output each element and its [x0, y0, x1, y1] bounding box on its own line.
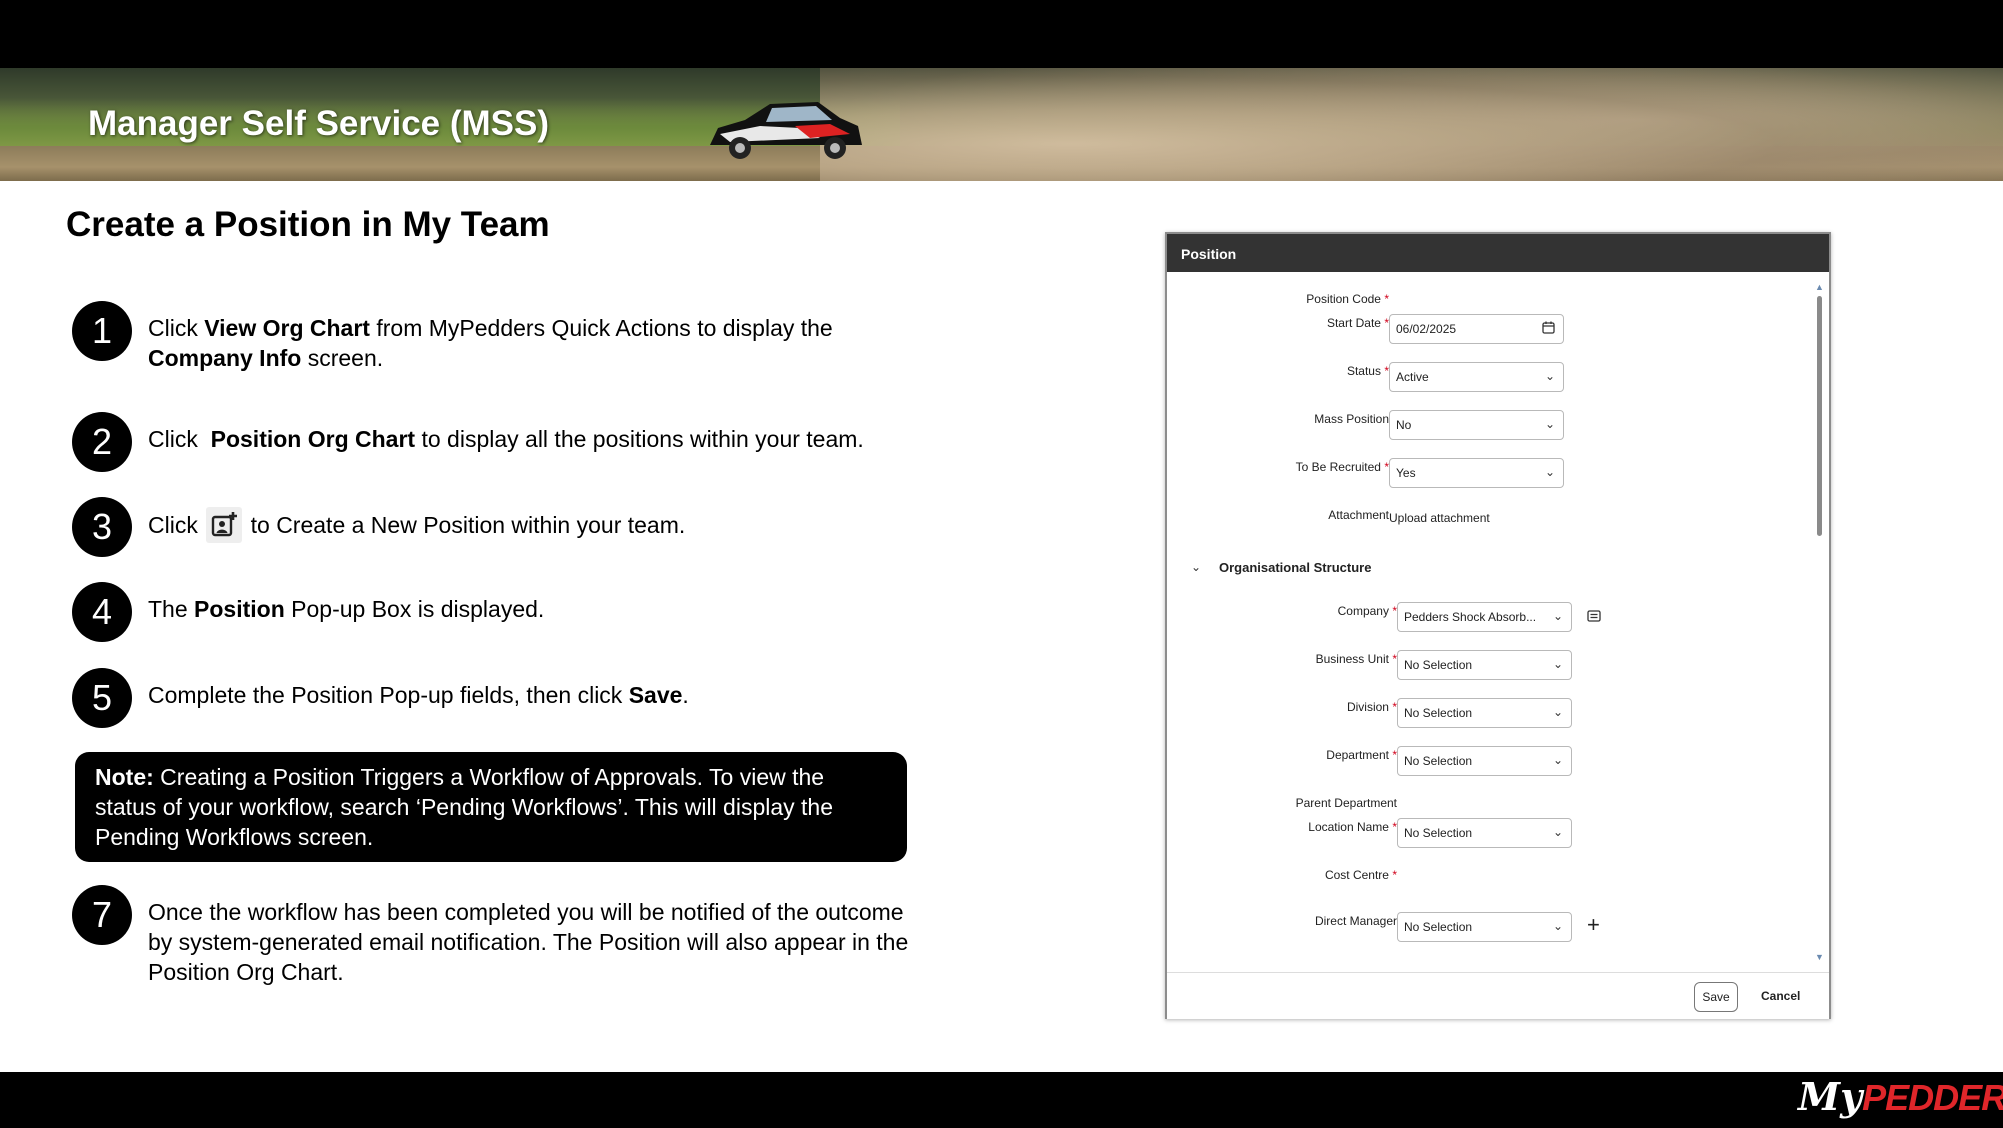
- position-dialog: Position Position Code * Start Date * 06…: [1165, 232, 1831, 1019]
- start-date-input[interactable]: 06/02/2025: [1389, 314, 1564, 344]
- chevron-down-icon: ⌄: [1552, 919, 1563, 933]
- direct-manager-select[interactable]: No Selection ⌄: [1397, 912, 1572, 942]
- banner: Manager Self Service (MSS): [0, 68, 2003, 181]
- status-select[interactable]: Active ⌄: [1389, 362, 1564, 392]
- to-be-recruited-label: To Be Recruited *: [1295, 460, 1389, 474]
- top-bar: [0, 0, 2003, 68]
- step-text: The Position Pop-up Box is displayed.: [148, 596, 545, 622]
- chevron-down-icon: ⌄: [1544, 417, 1555, 431]
- dialog-header: Position: [1167, 234, 1829, 272]
- business-unit-select[interactable]: No Selection ⌄: [1397, 650, 1572, 680]
- step-number: 3: [72, 497, 132, 557]
- step-text: Click Position Org Chart to display all …: [148, 426, 864, 452]
- step-number: 1: [72, 301, 132, 361]
- step-text: Click View Org Chart from MyPedders Quic…: [148, 315, 833, 371]
- chevron-down-icon: ⌄: [1552, 657, 1563, 671]
- add-position-icon: [206, 507, 243, 543]
- note-text: Creating a Position Triggers a Workflow …: [95, 764, 834, 850]
- save-button[interactable]: Save: [1694, 982, 1738, 1012]
- bottom-bar: [0, 1072, 2003, 1128]
- calendar-icon[interactable]: [1542, 321, 1555, 334]
- scrollbar-thumb[interactable]: [1817, 296, 1822, 536]
- department-label: Department *: [1326, 748, 1397, 762]
- division-label: Division *: [1346, 700, 1397, 714]
- chevron-down-icon: ⌄: [1552, 753, 1563, 767]
- dialog-body: Position Code * Start Date * 06/02/2025 …: [1167, 272, 1829, 972]
- parent-department-label: Parent Department: [1295, 796, 1397, 810]
- step-text: Once the workflow has been completed you…: [148, 899, 909, 985]
- to-be-recruited-select[interactable]: Yes ⌄: [1389, 458, 1564, 488]
- org-structure-section-title[interactable]: Organisational Structure: [1219, 560, 1371, 575]
- step-text: Complete the Position Pop-up fields, the…: [148, 682, 689, 708]
- start-date-label: Start Date *: [1326, 316, 1389, 330]
- dust-cloud: [820, 68, 2003, 181]
- step-text: Click to Create a New Position within yo…: [148, 507, 928, 545]
- cancel-button[interactable]: Cancel: [1761, 989, 1800, 1003]
- chevron-down-icon: ⌄: [1552, 825, 1563, 839]
- direct-manager-label: Direct Manager: [1314, 914, 1397, 928]
- mypedders-logo: MyPEDDERS: [1798, 1074, 2003, 1119]
- position-code-label: Position Code *: [1306, 292, 1389, 306]
- chevron-down-icon: ⌄: [1552, 609, 1563, 623]
- business-unit-label: Business Unit *: [1315, 652, 1397, 666]
- chevron-down-icon: ⌄: [1544, 369, 1555, 383]
- attachment-label: Attachment: [1328, 508, 1389, 522]
- dialog-footer: Save Cancel: [1167, 972, 1829, 1019]
- note-label: Note:: [95, 764, 154, 790]
- plus-icon[interactable]: +: [1587, 912, 1600, 938]
- step-number: 4: [72, 582, 132, 642]
- chevron-down-icon: ⌄: [1552, 705, 1563, 719]
- cost-centre-label: Cost Centre *: [1324, 868, 1397, 882]
- chevron-down-icon[interactable]: ⌄: [1191, 560, 1201, 574]
- step-number: 7: [72, 885, 132, 945]
- dialog-scrollbar[interactable]: ▲ ▼: [1814, 282, 1824, 962]
- step-number: 5: [72, 668, 132, 728]
- chevron-down-icon: ⌄: [1544, 465, 1555, 479]
- location-name-select[interactable]: No Selection ⌄: [1397, 818, 1572, 848]
- division-select[interactable]: No Selection ⌄: [1397, 698, 1572, 728]
- company-select[interactable]: Pedders Shock Absorb... ⌄: [1397, 602, 1572, 632]
- department-select[interactable]: No Selection ⌄: [1397, 746, 1572, 776]
- company-label: Company *: [1337, 604, 1397, 618]
- rally-car-image: [710, 102, 862, 159]
- banner-title: Manager Self Service (MSS): [88, 104, 549, 143]
- page-title: Create a Position in My Team: [66, 205, 550, 244]
- note-box: Note: Creating a Position Triggers a Wor…: [75, 752, 907, 862]
- mass-position-label: Mass Position: [1314, 412, 1389, 426]
- status-label: Status *: [1346, 364, 1389, 378]
- details-card-icon[interactable]: [1587, 610, 1601, 622]
- upload-attachment-link[interactable]: Upload attachment: [1389, 511, 1490, 525]
- step-number: 2: [72, 412, 132, 472]
- location-name-label: Location Name *: [1308, 820, 1397, 834]
- mass-position-select[interactable]: No ⌄: [1389, 410, 1564, 440]
